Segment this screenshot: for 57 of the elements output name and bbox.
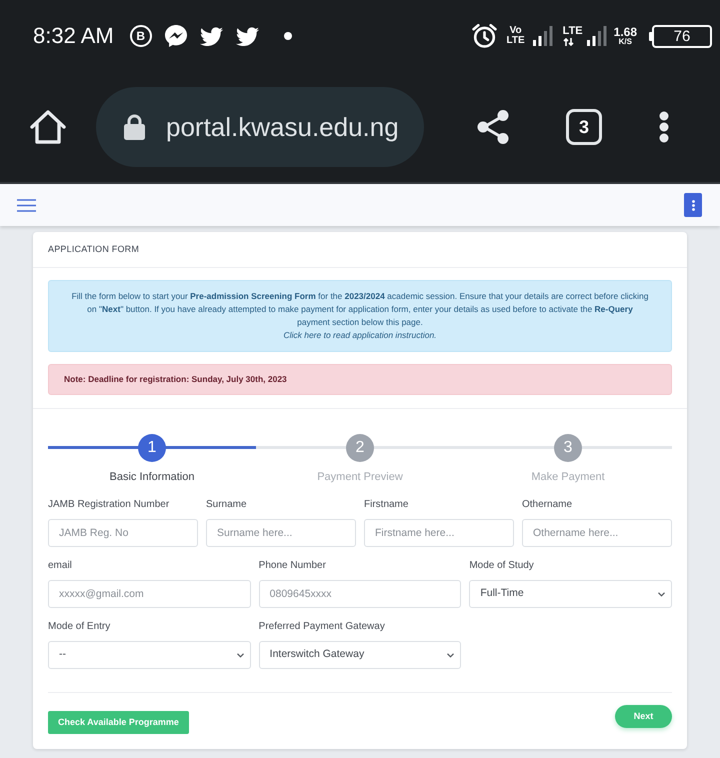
card-title: APPLICATION FORM: [48, 242, 140, 256]
instruction-text: to read application instruction.: [324, 330, 437, 340]
step-label: Make Payment: [531, 470, 605, 484]
more-options-button[interactable]: [684, 193, 702, 217]
text-field[interactable]: Othername here...: [522, 519, 672, 547]
tab-switcher-button[interactable]: 3: [566, 109, 602, 145]
field-label: Phone Number: [258, 559, 327, 573]
step-number: 1: [138, 434, 166, 462]
home-icon: [30, 110, 66, 144]
battery-icon: 76: [649, 24, 712, 48]
dropdown[interactable]: Interswitch Gateway: [258, 641, 462, 669]
text-field[interactable]: Firstname here...: [364, 519, 514, 547]
menu-button[interactable]: [659, 111, 669, 143]
signal-bars-icon: [586, 26, 607, 46]
step-label: Basic Information: [110, 470, 194, 484]
chevron-down-icon: [236, 652, 244, 658]
clock-time: 8:32 AM: [33, 25, 114, 47]
home-button[interactable]: [30, 109, 66, 145]
bird-icon: [236, 26, 259, 46]
share-icon: [477, 110, 509, 144]
hamburger-menu-icon: [17, 198, 36, 212]
alarm-clock-icon: [472, 24, 497, 48]
dropdown[interactable]: Full-Time: [469, 580, 672, 608]
data-speed: 1.68 K/S: [614, 26, 637, 46]
messenger-icon: [164, 25, 187, 47]
bird-icon: [200, 26, 223, 46]
share-button[interactable]: [477, 110, 509, 144]
vertical-dots-icon: [659, 111, 669, 143]
text-field[interactable]: JAMB Reg. No: [48, 519, 198, 547]
signal-bars-icon: [532, 26, 553, 46]
network-type-label: LTE: [562, 26, 583, 37]
field-label: Mode of Study: [469, 559, 535, 573]
notice-text: Fill the form below to start your Pre-admission Screening Form for the 2023/2024 academic session. Ensure that your details are correct before clicking on "Next" button. If you have already attempted to make payment for application form, enter your details as used before to activate the Re-Query payment section below this page.: [71, 290, 649, 329]
field-label: Othername: [522, 498, 574, 512]
field-label: Preferred Payment Gateway: [258, 620, 386, 634]
instruction-link[interactable]: Click here: [283, 330, 322, 340]
field-label: email: [48, 559, 73, 573]
step-number: 3: [554, 434, 582, 462]
step-label: Payment Preview: [317, 470, 403, 484]
text-field[interactable]: xxxxx@gmail.com: [48, 580, 251, 608]
chevron-down-icon: [447, 652, 454, 658]
step-number: 2: [346, 434, 374, 462]
field-label: Surname: [206, 498, 248, 512]
text-field[interactable]: Surname here...: [206, 519, 356, 547]
text-field[interactable]: 0809645xxxx: [258, 580, 462, 608]
data-arrows-icon: [562, 38, 574, 46]
volte-label: Vo LTE: [506, 26, 525, 46]
dropdown[interactable]: --: [48, 641, 251, 669]
field-label: JAMB Registration Number: [48, 498, 170, 512]
address-bar[interactable]: portal.kwasu.edu.ng: [96, 87, 424, 167]
deadline-alert: Note: Deadline for registration: Sunday, July 30th, 2023: [48, 364, 672, 395]
vertical-dots-icon: [692, 200, 694, 210]
b-chat-icon: B: [130, 25, 152, 47]
lock-icon: [124, 114, 145, 140]
chevron-down-icon: [658, 592, 665, 596]
field-label: Mode of Entry: [48, 620, 112, 634]
field-label: Firstname: [364, 498, 410, 512]
